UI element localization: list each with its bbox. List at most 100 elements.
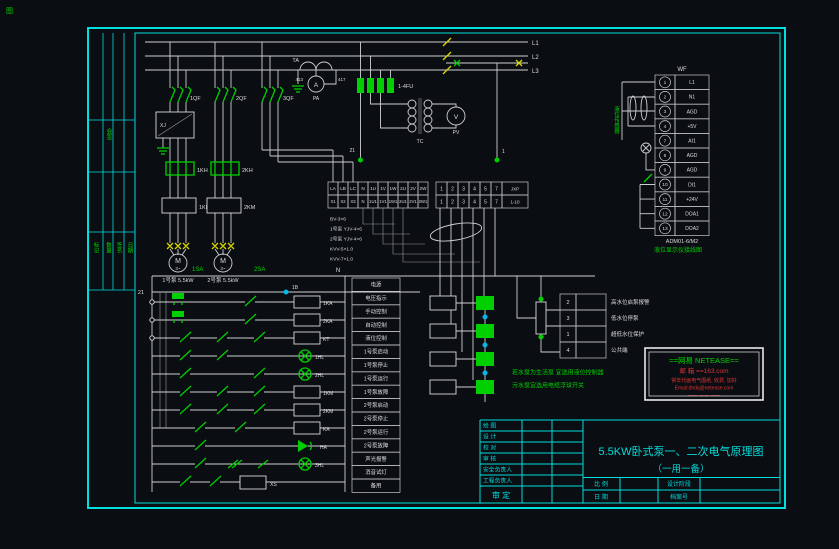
function-row: 声光报警 <box>365 455 387 463</box>
motor-1-label: 1号泵 5.5kW <box>162 277 194 284</box>
archive-label: 档案号 <box>670 493 688 501</box>
function-row: 备用 <box>371 482 382 490</box>
contacts <box>179 295 269 487</box>
title-row-label: 设 计 <box>483 433 496 441</box>
ammeter-icon: A <box>314 82 319 89</box>
revision-col-label: 标记 <box>93 241 100 254</box>
coil-1ka: 1KA <box>293 295 333 309</box>
terminal-cell: 2U1 <box>399 199 407 204</box>
phase-relay-box: XJ <box>155 111 195 155</box>
instrument-terminal: 7 <box>664 138 667 144</box>
coil-label: 2KA <box>323 319 333 325</box>
sensor-label: 液位传感器 <box>613 105 620 135</box>
title-row-label: 绘 图 <box>483 422 496 430</box>
motor-3ph: 3~ <box>220 266 226 271</box>
contactor-2km: 2KM <box>206 197 256 214</box>
revision-strip: 会签 标记 数量 签名 日期 <box>88 33 135 291</box>
lamp-label: 3HL <box>315 463 324 469</box>
thermal-label: 1KH <box>197 168 208 174</box>
title-row-label: 审 核 <box>483 455 496 463</box>
cable-note: 1号泵 YJV-4×6 <box>330 227 362 233</box>
function-row: 2号泵运行 <box>364 428 389 436</box>
instrument-label: +24V <box>686 197 698 203</box>
level-sensor-icon <box>640 142 655 171</box>
thermal-relay-1kh: 1KH <box>165 161 208 176</box>
instrument-label: DOA2 <box>685 226 699 232</box>
schematic-svg: 图 会签 标记 数量 签名 日期 L1 L2 L3 1QF 2QF 3QF XJ… <box>6 7 786 509</box>
instrument-label: L1 <box>689 80 695 86</box>
drawing-title-line2: （一用一备） <box>652 463 709 475</box>
float-note: 若水泵为生活泵 宜选用液位控制器 <box>512 369 604 377</box>
date-label: 日 期 <box>594 493 608 501</box>
instrument-caption: 液位显示仪接线图 <box>654 246 702 254</box>
function-row: 液位控制 <box>365 334 387 342</box>
function-row: 1号泵停止 <box>364 361 389 369</box>
terminal-cell: X1 <box>330 199 336 204</box>
float-box-notes: 若水泵为生活泵 宜选用液位控制器污水泵宜选用电缆浮球开关 <box>512 369 604 390</box>
cable-note: 2号泵 YJV-4×6 <box>330 237 362 243</box>
thermal-label: 2KH <box>242 168 253 174</box>
terminal-cell: 1V <box>380 186 387 191</box>
coil-label: 1KA <box>323 301 333 307</box>
ct-label: TA <box>292 58 299 64</box>
bus-label-l3: L3 <box>532 69 539 75</box>
instrument-terminal: 13 <box>662 226 668 232</box>
function-row: 1号泵故障 <box>364 388 389 396</box>
terminal-cell: 2 <box>451 186 454 192</box>
breaker-2qf: 2QF <box>214 86 247 103</box>
cable-note: KVV-5×1.0 <box>330 247 353 253</box>
terminal-cell: 1U1 <box>369 199 377 204</box>
float-label: 公共端 <box>611 346 628 354</box>
terminal-x-marks-1 <box>166 242 190 250</box>
terminal-cell: 1U <box>370 186 376 191</box>
terminal-strip-b-row2: 1 2 3 4 5 7 <box>435 194 503 209</box>
instrument-terminal-labels: L1 N1 AGD +5V AI1 AGD AGD DI1 +24V DOA1 DOA2 <box>674 74 710 236</box>
title-row-label: 工程负责人 <box>483 477 512 485</box>
float-note: 污水泵宜选用电缆浮球开关 <box>512 382 584 390</box>
function-row: 1号泵运行 <box>364 374 389 382</box>
terminal-cell: N <box>361 199 364 204</box>
wire-21-label: 21 <box>138 290 144 296</box>
instrument-label: AGD <box>687 168 698 174</box>
control-transformer: V PV TC 21 <box>349 93 466 163</box>
float-terminal: 3 <box>566 316 569 322</box>
watermark-line4: Email:dhdq@netease.com <box>675 386 734 392</box>
terminal-strip-a-row1: LA LB LC N 1U 1V 1W 2U 2V 2W <box>327 181 429 196</box>
approve-label: 审 定 <box>492 490 510 500</box>
function-row: 消音试灯 <box>365 468 387 476</box>
motor-m: M <box>175 258 181 265</box>
neutral-label: N <box>336 268 340 274</box>
coil-kt: KT <box>293 331 329 345</box>
terminal-cell: 1V1 <box>379 199 387 204</box>
terminal-cell: 1-10 <box>510 200 520 205</box>
coil-label: KT <box>323 337 329 343</box>
transformer-label: TC <box>417 139 424 145</box>
cable-marker <box>429 222 483 242</box>
title-block: 审 定 5.5KW卧式泵一、二次电气原理图 （一用一备） 比 例 设计阶段 日 … <box>479 419 780 503</box>
float-box-numbers: 2 3 1 4 <box>559 293 577 359</box>
revision-col-label: 数量 <box>105 241 112 255</box>
terminal-cell: N <box>361 186 364 191</box>
instrument-terminal-numbers: 123478910111213 <box>654 74 676 236</box>
coil-2ka: 2KA <box>293 313 333 327</box>
watermark-line1: ==网易 NETEASE== <box>669 356 739 365</box>
instrument-label: +5V <box>687 124 697 130</box>
terminal-cell: 5 <box>484 199 487 205</box>
title-row-label: 校 对 <box>483 444 496 452</box>
revision-col-label: 日期 <box>127 242 134 255</box>
terminal-x-marks-2 <box>211 242 235 250</box>
terminal-cell: 1 <box>440 199 443 205</box>
float-label: 超低水位保护 <box>611 330 645 338</box>
terminal-cell: 2U <box>400 186 406 191</box>
motor-1-symbol: M 3~ 1号泵 5.5kW <box>162 253 194 284</box>
stage-label: 设计阶段 <box>667 480 691 488</box>
coil-label: 1KM <box>323 391 333 397</box>
cam-switch <box>172 293 184 323</box>
terminal-cell: 2 <box>451 199 454 205</box>
bus-label-l2: L2 <box>532 55 539 61</box>
terminal-cell: 2W1 <box>419 199 428 204</box>
ammeter-name: PA <box>313 96 320 102</box>
watermark-line5: —— —— —— <box>688 393 721 399</box>
switch-label-1sa: 1SA <box>192 267 203 273</box>
terminal-cell: 3 <box>462 186 465 192</box>
